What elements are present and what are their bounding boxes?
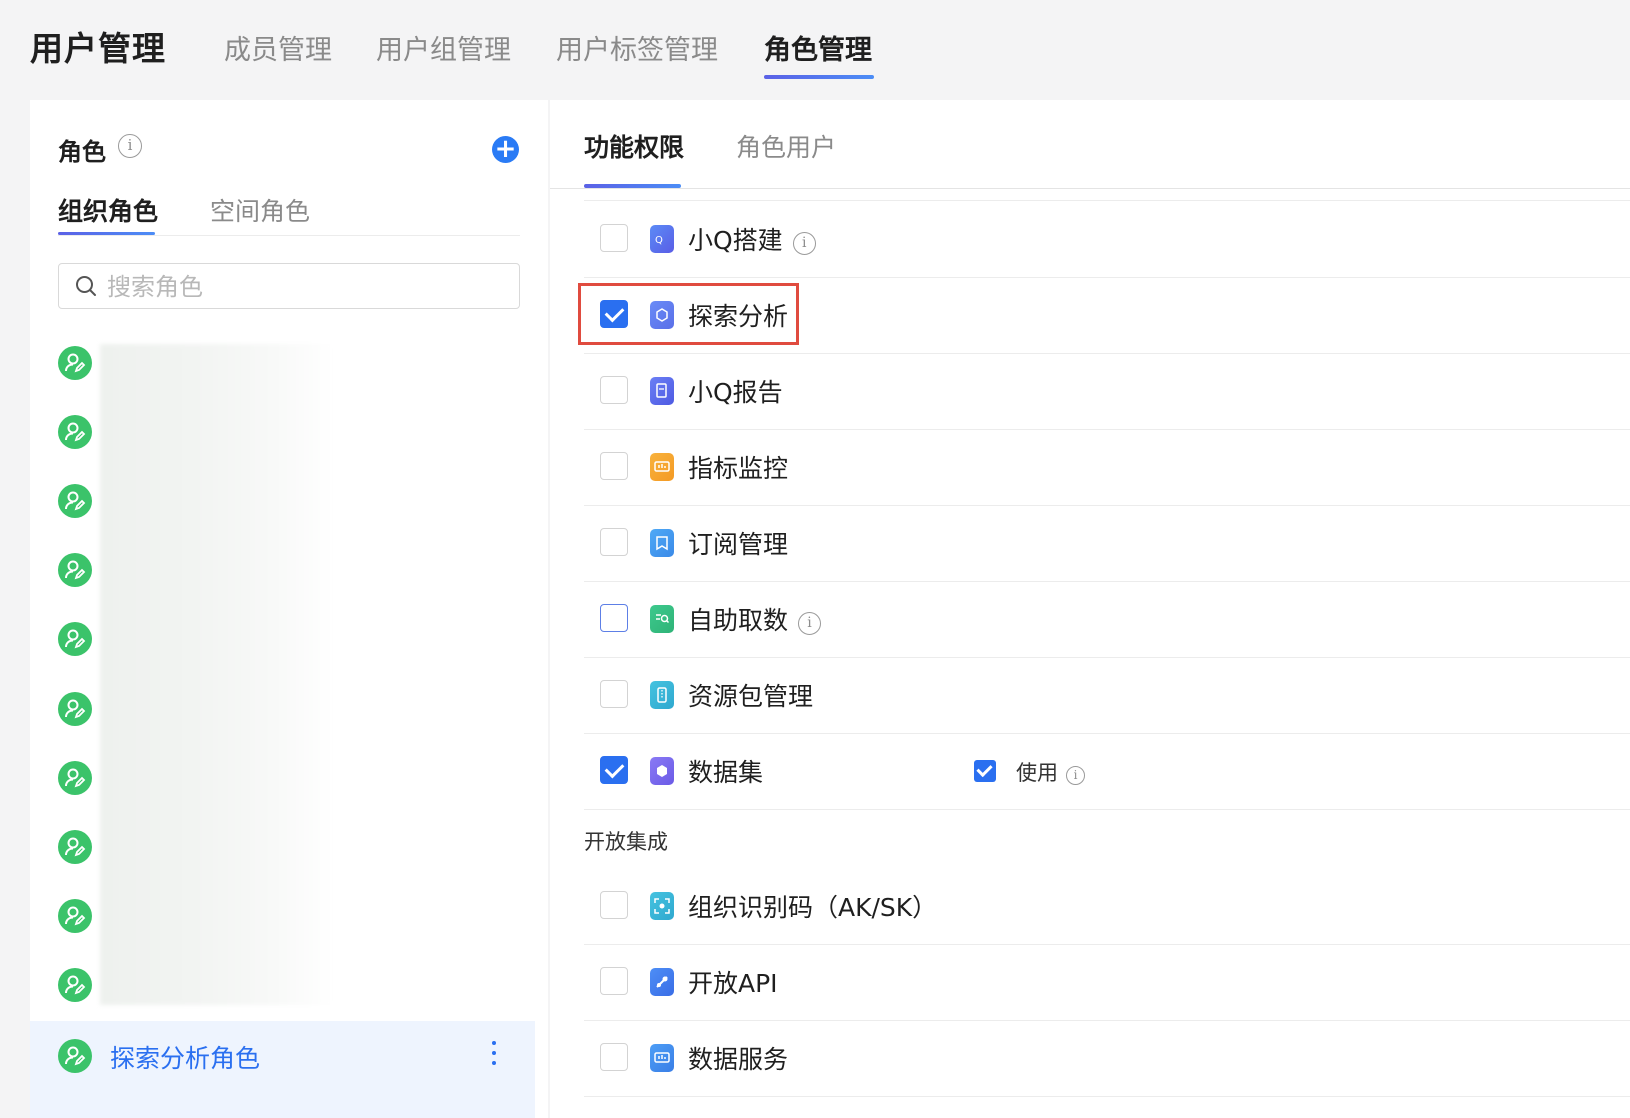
role-avatar-icon[interactable] xyxy=(58,346,92,380)
report-icon xyxy=(650,377,674,405)
use-checkbox[interactable] xyxy=(974,760,996,782)
subscription-icon xyxy=(650,529,674,557)
section-title: 开放集成 xyxy=(584,830,668,854)
integration-row: 组织识别码（AK/SK） xyxy=(584,868,1630,945)
checkbox[interactable] xyxy=(600,224,628,252)
role-avatar-icon[interactable] xyxy=(58,968,92,1002)
search-icon xyxy=(76,276,96,296)
role-avatar-icon[interactable] xyxy=(58,484,92,518)
permission-row: 自助取数 i xyxy=(584,581,1630,658)
permission-label: 自助取数 i xyxy=(688,601,822,637)
page-title: 用户管理 xyxy=(30,29,166,68)
tab-role-users[interactable]: 角色用户 xyxy=(736,128,836,164)
role-avatar-icon xyxy=(58,1039,92,1073)
list-item-selected-role[interactable]: 探索分析角色 xyxy=(30,1021,535,1118)
divider xyxy=(550,188,1630,189)
build-icon: Q xyxy=(650,225,674,253)
role-avatar-icon[interactable] xyxy=(58,899,92,933)
dataset-icon xyxy=(650,757,674,785)
divider xyxy=(58,235,520,236)
tab-role-management[interactable]: 角色管理 xyxy=(764,28,872,67)
role-avatar-icon[interactable] xyxy=(58,692,92,726)
info-icon[interactable]: i xyxy=(1066,766,1085,785)
role-avatar-icon[interactable] xyxy=(58,553,92,587)
checkbox[interactable] xyxy=(600,756,628,784)
permission-row: 数据集 使用 i xyxy=(584,733,1630,810)
more-options-icon[interactable] xyxy=(490,1041,498,1071)
integration-row: 数据服务 xyxy=(584,1020,1630,1097)
resource-pack-icon xyxy=(650,681,674,709)
integration-label: 开放API xyxy=(688,969,778,998)
top-nav: 用户管理 成员管理 用户组管理 用户标签管理 角色管理 xyxy=(0,0,1630,100)
info-icon[interactable]: i xyxy=(798,612,822,635)
integration-label: 数据服务 xyxy=(688,1045,789,1074)
checkbox[interactable] xyxy=(600,376,628,404)
permission-row: 订阅管理 xyxy=(584,505,1630,582)
scan-icon xyxy=(650,892,674,920)
highlight-box xyxy=(578,283,799,345)
search-input[interactable] xyxy=(105,269,509,305)
permission-row: 指标监控 xyxy=(584,429,1630,506)
active-tab-indicator xyxy=(764,75,874,79)
permission-row: 资源包管理 xyxy=(584,657,1630,734)
svg-text:Q: Q xyxy=(655,235,663,246)
permission-label: 指标监控 xyxy=(688,454,789,483)
tab-member-management[interactable]: 成员管理 xyxy=(224,28,332,67)
permission-label: 数据集 xyxy=(688,758,764,787)
checkbox[interactable] xyxy=(600,452,628,480)
checkbox[interactable] xyxy=(600,891,628,919)
integration-row: 开放API xyxy=(584,944,1630,1021)
checkbox[interactable] xyxy=(600,528,628,556)
self-service-icon xyxy=(650,605,674,633)
tab-space-roles[interactable]: 空间角色 xyxy=(210,192,310,228)
checkbox[interactable] xyxy=(600,967,628,995)
data-service-icon xyxy=(650,1044,674,1072)
add-role-button[interactable]: + xyxy=(492,136,519,163)
permission-label: 订阅管理 xyxy=(688,530,789,559)
checkbox[interactable] xyxy=(600,604,628,632)
tab-org-roles[interactable]: 组织角色 xyxy=(58,192,158,228)
info-icon[interactable]: i xyxy=(118,134,142,158)
tab-user-group-management[interactable]: 用户组管理 xyxy=(376,28,511,67)
checkbox[interactable] xyxy=(600,1043,628,1071)
monitor-icon xyxy=(650,453,674,481)
integration-label: 组织识别码（AK/SK） xyxy=(688,893,938,922)
permission-label: 小Q搭建 i xyxy=(688,221,816,257)
permission-row: Q 小Q搭建 i xyxy=(584,200,1630,278)
selected-role-label: 探索分析角色 xyxy=(110,1044,261,1073)
role-panel-title: 角色 xyxy=(58,138,106,166)
permission-row: 小Q报告 xyxy=(584,353,1630,430)
permission-panel: 功能权限 角色用户 Q 小Q搭建 i 探索分析 小Q报告 指标监控 订阅管理 自助… xyxy=(550,100,1630,1118)
role-avatar-icon[interactable] xyxy=(58,830,92,864)
permission-label: 资源包管理 xyxy=(688,682,814,711)
role-avatar-icon[interactable] xyxy=(58,761,92,795)
info-icon[interactable]: i xyxy=(792,232,816,255)
role-avatar-icon[interactable] xyxy=(58,415,92,449)
checkbox[interactable] xyxy=(600,680,628,708)
use-label: 使用 i xyxy=(1016,757,1085,787)
tab-feature-permissions[interactable]: 功能权限 xyxy=(584,128,684,164)
role-search xyxy=(58,263,520,309)
plug-icon xyxy=(650,968,674,996)
permission-label: 小Q报告 xyxy=(688,378,783,407)
role-avatar-icon[interactable] xyxy=(58,622,92,656)
tab-user-tag-management[interactable]: 用户标签管理 xyxy=(556,28,718,67)
role-panel: 角色 i + 组织角色 空间角色 探索分析角色 xyxy=(30,100,548,1118)
redacted-role-names xyxy=(100,344,333,1005)
